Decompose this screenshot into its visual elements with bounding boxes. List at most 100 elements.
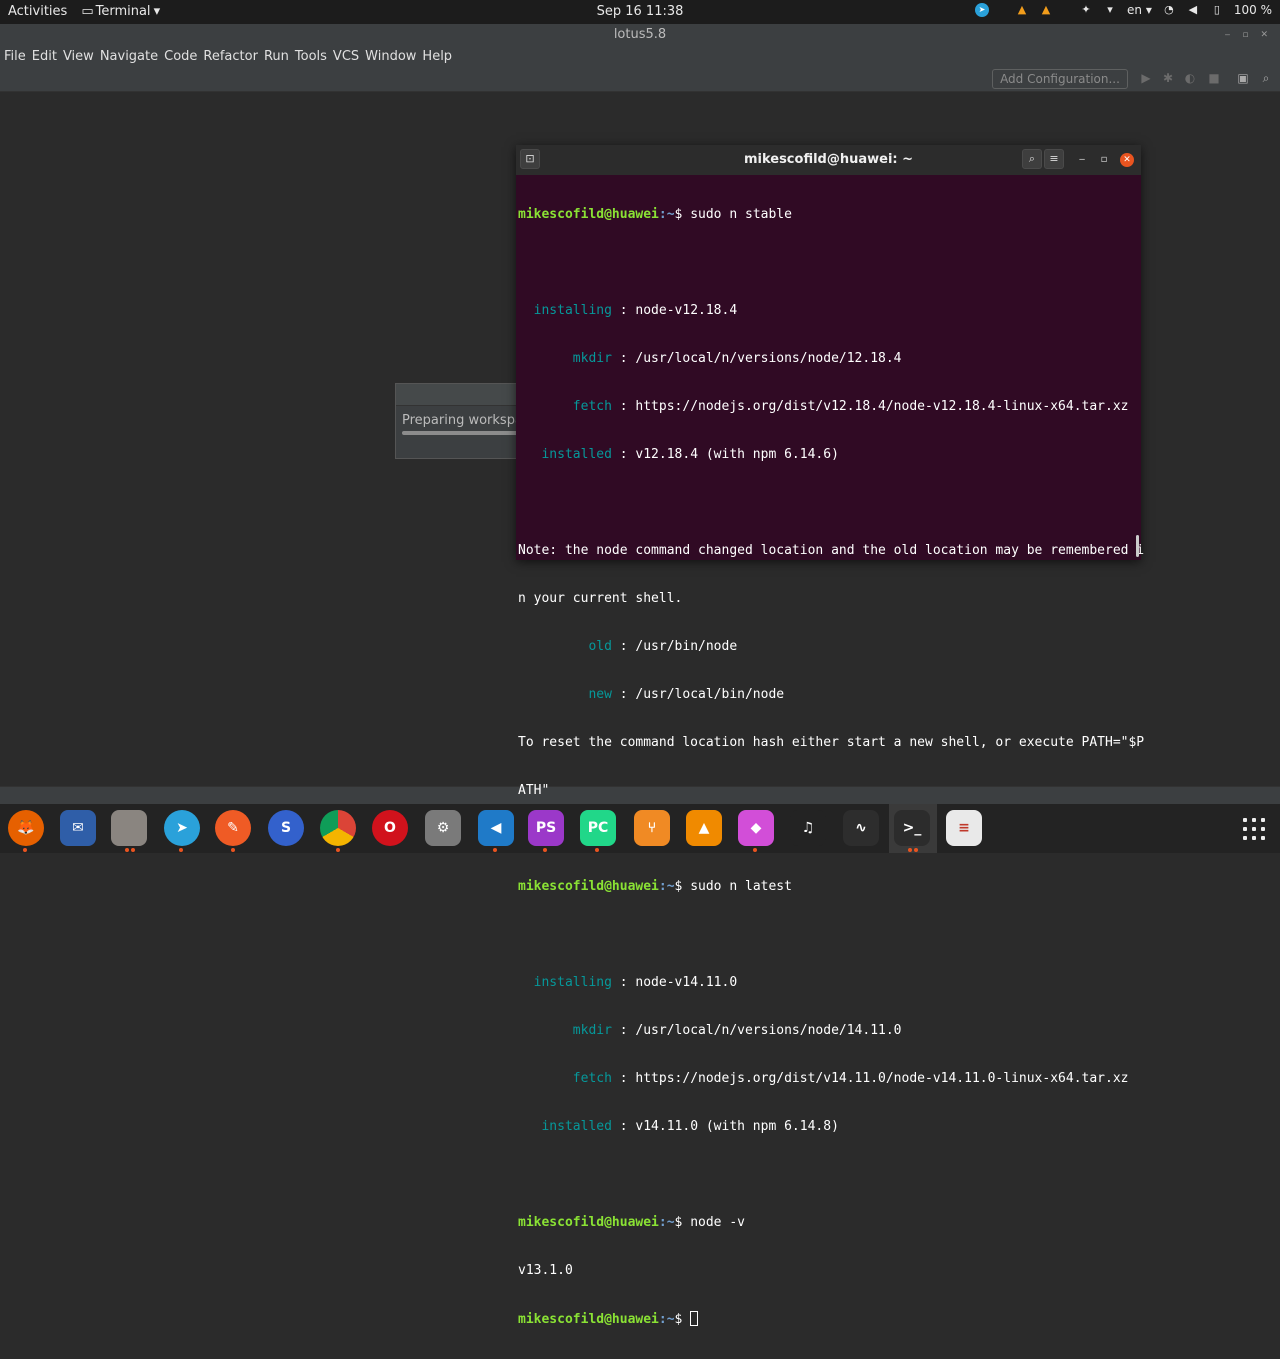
volume-icon[interactable]: ◀ bbox=[1186, 3, 1200, 17]
gnome-top-bar: Activities ▭ Terminal ▾ Sep 16 11:38 ➤ ▲ ▲… bbox=[0, 0, 1280, 24]
search-icon[interactable]: ⌕ bbox=[1259, 71, 1273, 85]
dock-document-viewer-icon[interactable]: ≡ bbox=[946, 810, 982, 846]
output-label: installing bbox=[518, 303, 612, 318]
debug-icon[interactable]: ✱ bbox=[1161, 71, 1175, 85]
dock-vlc-icon[interactable]: ▲ bbox=[686, 810, 722, 846]
hamburger-menu-icon[interactable]: ≡ bbox=[1044, 149, 1064, 169]
dock-telegram-icon[interactable]: ➤ bbox=[164, 810, 200, 846]
grid-dot bbox=[1252, 827, 1256, 831]
running-indicator bbox=[131, 848, 135, 852]
battery-percent[interactable]: 100 % bbox=[1234, 3, 1272, 17]
dock-system-monitor-icon[interactable]: ∿ bbox=[843, 810, 879, 846]
terminal-line: mkdir : /usr/local/n/versions/node/14.11… bbox=[518, 1023, 1138, 1039]
menu-navigate[interactable]: Navigate bbox=[100, 49, 158, 64]
prompt-user: mikescofild@huawei bbox=[518, 879, 659, 894]
vlc-tray-icon[interactable]: ▲ bbox=[1015, 3, 1029, 17]
dock-pycharm-icon[interactable]: PC bbox=[580, 810, 616, 846]
running-indicator bbox=[908, 848, 912, 852]
dock-vscode-icon[interactable]: ◀ bbox=[478, 810, 514, 846]
output-label: fetch bbox=[518, 399, 612, 414]
dock-firefox-icon[interactable]: 🦊 bbox=[8, 810, 44, 846]
running-indicator bbox=[914, 848, 918, 852]
menu-run[interactable]: Run bbox=[264, 49, 289, 64]
chevron-down-icon: ▾ bbox=[153, 4, 161, 19]
prompt-path: :~ bbox=[658, 1215, 675, 1230]
search-icon[interactable]: ⌕ bbox=[1022, 149, 1042, 169]
text-cursor bbox=[690, 1311, 699, 1326]
chevron-down-icon[interactable]: ▾ bbox=[1103, 3, 1117, 17]
terminal-scrollbar[interactable] bbox=[1136, 535, 1139, 557]
running-indicator bbox=[23, 848, 27, 852]
output-label: new bbox=[518, 687, 612, 702]
output-text: : node-v12.18.4 bbox=[611, 303, 738, 318]
stop-icon[interactable]: ■ bbox=[1207, 71, 1221, 85]
thunderbird-glyph: ✉ bbox=[72, 820, 84, 836]
telegram-tray-icon[interactable]: ➤ bbox=[975, 3, 990, 17]
menu-window[interactable]: Window bbox=[365, 49, 416, 64]
menu-edit[interactable]: Edit bbox=[32, 49, 57, 64]
terminal-window[interactable]: ⊡ mikescofild@huawei: ~ ⌕ ≡ ‒ ▫ ✕ mikesc… bbox=[516, 145, 1144, 1327]
ide-toolbar: Add Configuration... ▶ ✱ ◐ ■ ▣ ⌕ bbox=[0, 66, 1280, 92]
pycharm-glyph: PC bbox=[587, 820, 609, 836]
add-configuration-button[interactable]: Add Configuration... bbox=[992, 69, 1128, 89]
dock-kite-icon[interactable]: ◆ bbox=[738, 810, 774, 846]
wifi-icon[interactable]: ◔ bbox=[1162, 3, 1176, 17]
menu-file[interactable]: File bbox=[4, 49, 26, 64]
dock-postman-icon[interactable]: ✎ bbox=[215, 810, 251, 846]
menu-tools[interactable]: Tools bbox=[295, 49, 327, 64]
terminal-line: mikescofild@huawei:~$ sudo n latest bbox=[518, 879, 1138, 895]
menu-vcs[interactable]: VCS bbox=[333, 49, 359, 64]
terminal-line: mikescofild@huawei:~$ sudo n stable bbox=[518, 207, 1138, 223]
terminal-output[interactable]: mikescofild@huawei:~$ sudo n stable inst… bbox=[518, 175, 1144, 1359]
activities-button[interactable]: Activities bbox=[8, 4, 67, 19]
output-label: installed bbox=[518, 1119, 612, 1134]
dock-thunderbird-icon[interactable]: ✉ bbox=[60, 810, 96, 846]
menu-refactor[interactable]: Refactor bbox=[203, 49, 258, 64]
dock-chrome-icon[interactable] bbox=[320, 810, 356, 846]
terminal-line: v13.1.0 bbox=[518, 1263, 573, 1278]
show-applications-icon[interactable] bbox=[1241, 816, 1267, 842]
accessibility-icon[interactable]: ✦ bbox=[1079, 3, 1093, 17]
system-monitor-glyph: ∿ bbox=[855, 820, 867, 836]
dock-simplenote-icon[interactable]: S bbox=[268, 810, 304, 846]
dock-phpstorm-icon[interactable]: PS bbox=[528, 810, 564, 846]
output-text: : https://nodejs.org/dist/v14.11.0/node-… bbox=[611, 1071, 1129, 1086]
language-label: en bbox=[1127, 3, 1143, 17]
dock-settings-icon[interactable]: ⚙ bbox=[425, 810, 461, 846]
grid-dot bbox=[1261, 836, 1265, 840]
menu-help[interactable]: Help bbox=[422, 49, 452, 64]
app-menu[interactable]: ▭ Terminal ▾ bbox=[81, 4, 160, 19]
vlc-tray-icon-2[interactable]: ▲ bbox=[1039, 3, 1053, 17]
clock[interactable]: Sep 16 11:38 bbox=[597, 4, 684, 19]
dock-sublime-merge-icon[interactable]: ⑂ bbox=[634, 810, 670, 846]
grid-dot bbox=[1252, 836, 1256, 840]
dock-terminal-icon[interactable]: >_ bbox=[894, 810, 930, 846]
close-icon[interactable]: ✕ bbox=[1120, 153, 1134, 167]
maximize-icon[interactable]: ▫ bbox=[1242, 24, 1248, 46]
project-structure-icon[interactable]: ▣ bbox=[1236, 71, 1250, 85]
maximize-icon[interactable]: ▫ bbox=[1097, 153, 1111, 167]
menu-code[interactable]: Code bbox=[164, 49, 197, 64]
progress-bar bbox=[402, 431, 526, 435]
minimize-icon[interactable]: ‒ bbox=[1225, 24, 1231, 46]
battery-icon[interactable]: ▯ bbox=[1210, 3, 1224, 17]
language-indicator[interactable]: en ▾ bbox=[1127, 3, 1152, 17]
running-indicator bbox=[753, 848, 757, 852]
dock-music-icon[interactable]: ♫ bbox=[790, 810, 826, 846]
terminal-line: installing : node-v12.18.4 bbox=[518, 303, 1138, 319]
output-text: : /usr/local/bin/node bbox=[611, 687, 785, 702]
close-icon[interactable]: ✕ bbox=[1260, 24, 1268, 46]
grid-dot bbox=[1243, 818, 1247, 822]
menu-view[interactable]: View bbox=[63, 49, 94, 64]
vlc-glyph: ▲ bbox=[698, 820, 710, 836]
firefox-glyph: 🦊 bbox=[17, 820, 35, 836]
terminal-header-bar: ⊡ mikescofild@huawei: ~ ⌕ ≡ ‒ ▫ ✕ bbox=[516, 145, 1141, 175]
running-indicator bbox=[336, 848, 340, 852]
coverage-icon[interactable]: ◐ bbox=[1183, 71, 1197, 85]
phpstorm-glyph: PS bbox=[535, 820, 557, 836]
dock-opera-icon[interactable]: O bbox=[372, 810, 408, 846]
minimize-icon[interactable]: ‒ bbox=[1075, 153, 1089, 167]
run-icon[interactable]: ▶ bbox=[1139, 71, 1153, 85]
dock-files-icon[interactable] bbox=[111, 810, 147, 846]
